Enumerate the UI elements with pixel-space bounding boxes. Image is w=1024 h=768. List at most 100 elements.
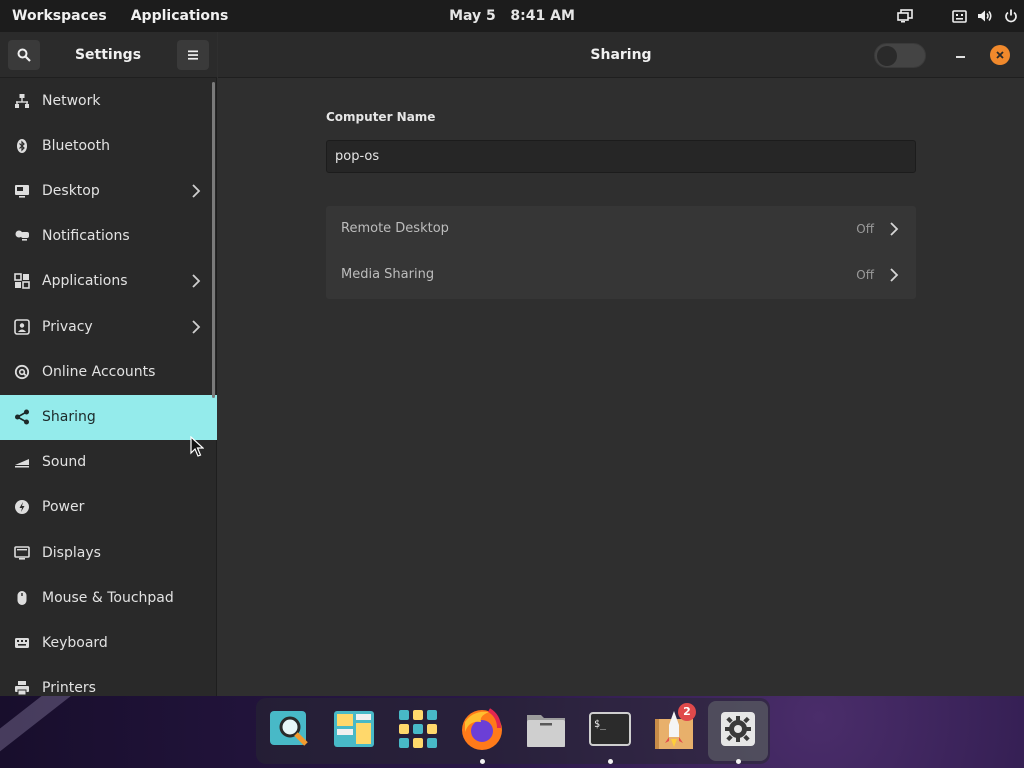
- sharing-row-media-sharing[interactable]: Media Sharing Off: [326, 252, 916, 298]
- hamburger-icon: [188, 50, 198, 60]
- mouse-icon: [14, 590, 30, 606]
- settings-app-dock-button[interactable]: [708, 701, 768, 764]
- clock-date[interactable]: May 5: [449, 8, 496, 24]
- online-accounts-icon: [14, 364, 30, 380]
- sidebar-item-label: Mouse & Touchpad: [42, 589, 174, 606]
- files-dock-button[interactable]: [516, 701, 576, 761]
- terminal-dock-button[interactable]: $_: [580, 701, 640, 764]
- keyboard-icon[interactable]: [946, 0, 972, 32]
- applications-button[interactable]: Applications: [119, 0, 241, 32]
- chevron-right-icon: [888, 221, 900, 237]
- notifications-icon: [14, 228, 30, 244]
- sharing-toggle[interactable]: [874, 43, 926, 68]
- close-icon: [996, 51, 1004, 59]
- computer-name-label: Computer Name: [326, 110, 436, 124]
- sidebar-item-label: Applications: [42, 273, 128, 290]
- sidebar-item-label: Sound: [42, 454, 87, 471]
- sidebar-item-printers[interactable]: Printers: [0, 666, 217, 696]
- system-tray: [892, 0, 1024, 32]
- chevron-right-icon: [190, 183, 202, 199]
- files-icon: [524, 707, 568, 755]
- sidebar-item-online-accounts[interactable]: Online Accounts: [0, 350, 217, 395]
- sidebar-item-label: Keyboard: [42, 634, 108, 651]
- settings-window: Settings Network Bluetooth Desktop Notifica…: [0, 32, 1024, 696]
- toggle-knob: [877, 46, 897, 66]
- sidebar-item-label: Notifications: [42, 228, 130, 245]
- mouse-cursor-icon: [190, 436, 204, 457]
- sharing-icon: [14, 409, 30, 425]
- sidebar-item-sharing[interactable]: Sharing: [0, 394, 217, 440]
- chevron-right-icon: [190, 319, 202, 335]
- sound-icon: [14, 454, 30, 470]
- sidebar-item-network[interactable]: Network: [0, 79, 217, 124]
- search-icon: [17, 48, 31, 62]
- sidebar: Settings Network Bluetooth Desktop Notifica…: [0, 32, 217, 696]
- clock-time[interactable]: 8:41 AM: [510, 8, 574, 24]
- desktop-background: $_ 2: [0, 696, 1024, 768]
- sidebar-item-notifications[interactable]: Notifications: [0, 214, 217, 259]
- dock: $_ 2: [256, 698, 770, 764]
- menu-button[interactable]: [177, 40, 209, 70]
- sidebar-item-mouse-touchpad[interactable]: Mouse & Touchpad: [0, 576, 217, 621]
- sidebar-item-label: Bluetooth: [42, 137, 110, 154]
- sidebar-header: Settings: [0, 32, 217, 78]
- applications-icon: [14, 273, 30, 290]
- workspaces-app-dock-button[interactable]: [324, 701, 384, 761]
- bluetooth-icon: [14, 138, 30, 154]
- desktop-icon: [14, 183, 30, 199]
- sidebar-item-label: Privacy: [42, 318, 93, 335]
- sidebar-item-desktop[interactable]: Desktop: [0, 169, 217, 214]
- notification-badge: 2: [678, 703, 696, 721]
- chevron-right-icon: [888, 267, 900, 283]
- workspaces-button[interactable]: Workspaces: [0, 0, 119, 32]
- privacy-icon: [14, 318, 30, 335]
- network-icon: [14, 93, 30, 109]
- display-icon[interactable]: [892, 0, 918, 32]
- sidebar-item-privacy[interactable]: Privacy: [0, 305, 217, 350]
- firefox-icon: [459, 706, 505, 756]
- sidebar-item-displays[interactable]: Displays: [0, 531, 217, 576]
- sidebar-item-applications[interactable]: Applications: [0, 259, 217, 304]
- sidebar-item-label: Displays: [42, 544, 101, 561]
- sidebar-scrollbar[interactable]: [212, 82, 215, 398]
- volume-icon[interactable]: [972, 0, 998, 32]
- sharing-row-remote-desktop[interactable]: Remote Desktop Off: [326, 206, 916, 252]
- pop-shop-dock-button[interactable]: 2: [644, 701, 704, 761]
- sidebar-item-sound[interactable]: Sound: [0, 440, 217, 485]
- chevron-right-icon: [190, 273, 202, 289]
- workspaces-app-icon: [332, 707, 376, 755]
- sidebar-item-power[interactable]: Power: [0, 485, 217, 530]
- sharing-services-list: Remote Desktop Off Media Sharing Off: [326, 206, 916, 299]
- printer-icon: [14, 680, 30, 696]
- svg-text:$_: $_: [594, 719, 607, 730]
- search-app-dock-button[interactable]: [260, 701, 320, 761]
- sidebar-item-label: Online Accounts: [42, 363, 156, 380]
- running-indicator: [736, 759, 741, 764]
- sharing-row-status: Off: [856, 268, 874, 282]
- minimize-button[interactable]: [948, 44, 972, 66]
- app-library-icon: [396, 707, 440, 755]
- app-library-dock-button[interactable]: [388, 701, 448, 761]
- sharing-row-status: Off: [856, 222, 874, 236]
- displays-icon: [14, 545, 30, 561]
- sidebar-title: Settings: [74, 47, 142, 63]
- content-header: Sharing: [218, 32, 1024, 78]
- firefox-dock-button[interactable]: [452, 701, 512, 764]
- sidebar-item-label: Power: [42, 499, 85, 516]
- search-button[interactable]: [8, 40, 40, 70]
- sidebar-item-bluetooth[interactable]: Bluetooth: [0, 124, 217, 169]
- computer-name-field[interactable]: [326, 140, 916, 173]
- search-app-icon: [268, 707, 312, 755]
- close-button[interactable]: [990, 45, 1010, 65]
- sidebar-item-label: Desktop: [42, 182, 100, 199]
- wallpaper-stripe: [0, 696, 92, 767]
- sidebar-item-label: Sharing: [42, 408, 96, 425]
- running-indicator: [480, 759, 485, 764]
- sidebar-item-label: Network: [42, 92, 101, 109]
- sidebar-item-keyboard[interactable]: Keyboard: [0, 621, 217, 666]
- settings-app-icon: [719, 710, 757, 752]
- power-icon: [14, 499, 30, 515]
- power-icon[interactable]: [998, 0, 1024, 32]
- sidebar-list: Network Bluetooth Desktop Notifications Appl…: [0, 78, 217, 696]
- running-indicator: [608, 759, 613, 764]
